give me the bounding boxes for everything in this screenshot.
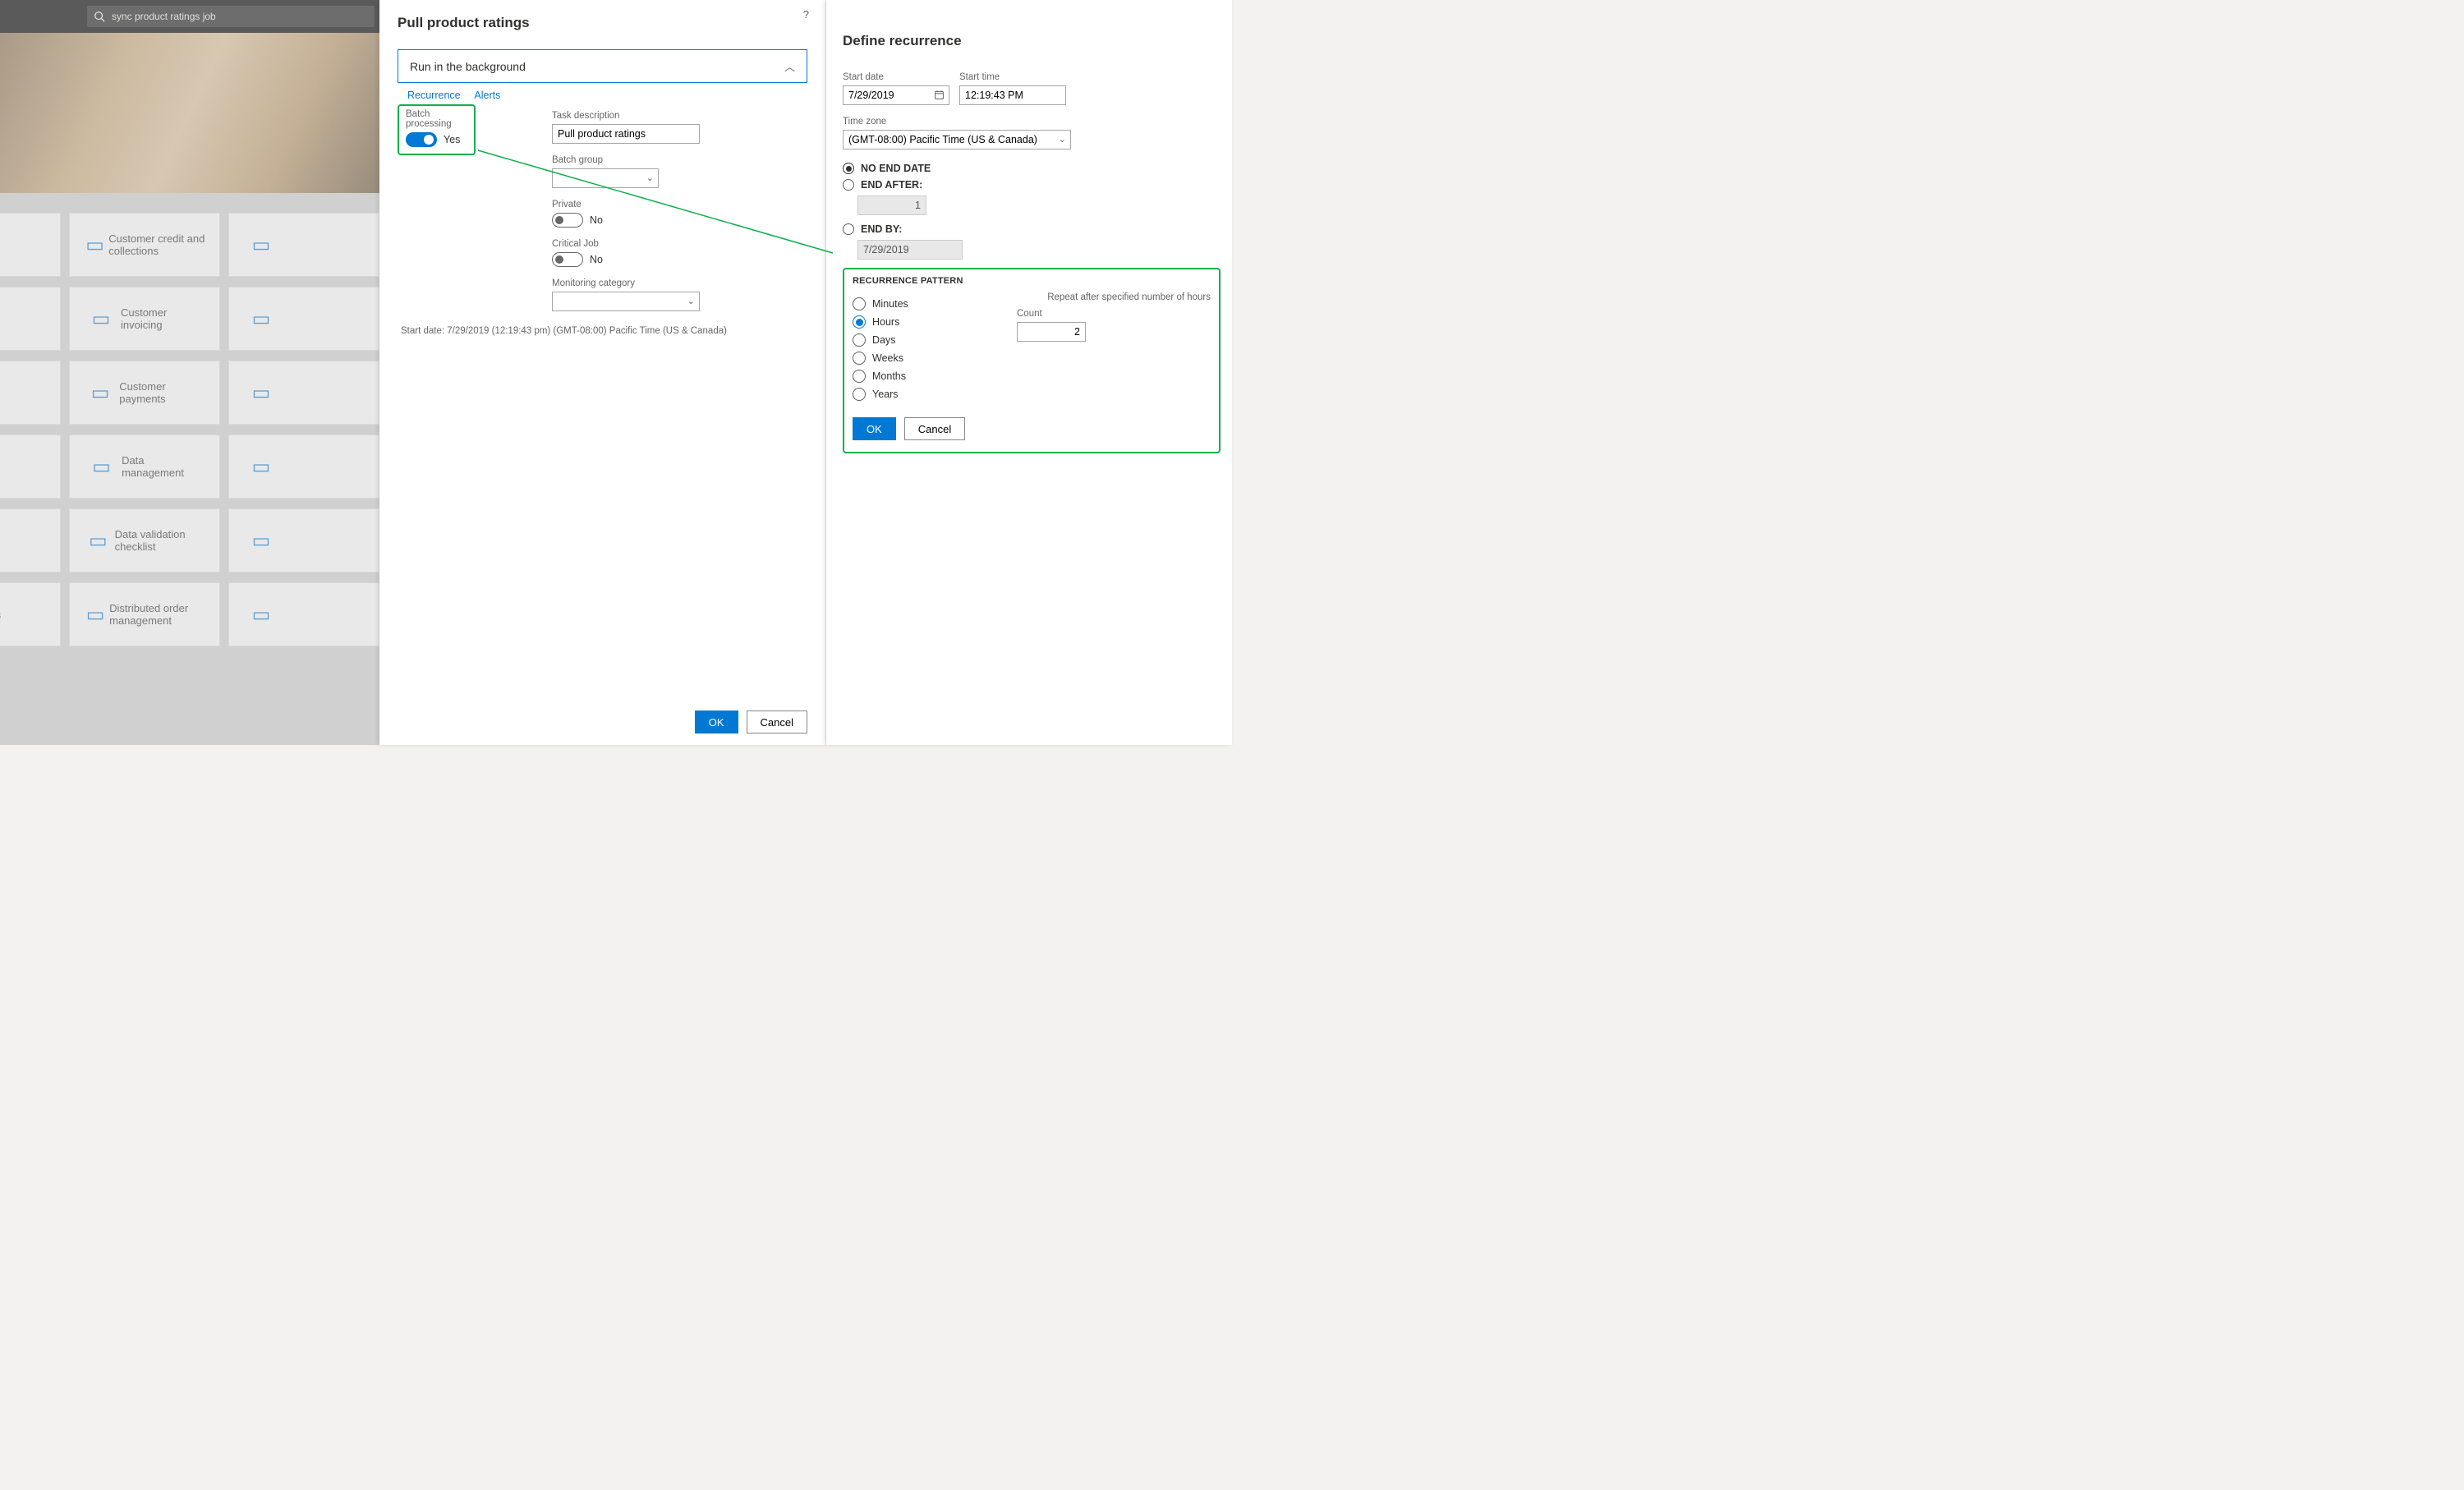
tile[interactable]: ▭Customer invoicing — [69, 287, 220, 351]
unit-radio-weeks[interactable] — [853, 352, 866, 365]
end-by-date-input — [857, 240, 963, 260]
batch-processing-toggle[interactable] — [406, 132, 437, 147]
tile[interactable]: ▭Distributed order management — [69, 582, 220, 646]
background-workspace: sync product ratings job management▭Cust… — [0, 0, 379, 745]
unit-radio-hours[interactable] — [853, 315, 866, 329]
unit-label: Weeks — [872, 352, 903, 364]
tile[interactable]: s — [0, 287, 61, 351]
tile[interactable]: ▭ — [228, 213, 379, 277]
batch-processing-label: Batch processing — [406, 109, 467, 129]
unit-radio-minutes[interactable] — [853, 297, 866, 310]
ok-button[interactable]: OK — [695, 711, 738, 734]
group-header-label: Run in the background — [410, 60, 526, 73]
recurrence-cancel-button[interactable]: Cancel — [904, 417, 965, 440]
recurrence-unit-radios: Minutes Hours Days Weeks Months Years — [853, 292, 1017, 406]
panel-title: Define recurrence — [843, 33, 1216, 49]
recurrence-pattern-title: RECURRENCE PATTERN — [853, 276, 1211, 286]
recurrence-link[interactable]: Recurrence — [407, 90, 461, 101]
tile[interactable]: ss processes for resources — [0, 435, 61, 499]
critical-job-toggle[interactable] — [552, 252, 583, 267]
tile[interactable]: ▭ — [228, 287, 379, 351]
monitoring-category-label: Monitoring category — [552, 278, 807, 288]
pull-product-ratings-panel: ? Pull product ratings Run in the backgr… — [379, 0, 826, 745]
critical-job-label: Critical Job — [552, 239, 807, 249]
chevron-up-icon: ︿ — [784, 58, 795, 74]
private-value: No — [590, 214, 603, 226]
private-label: Private — [552, 200, 807, 209]
tile[interactable]: ▭Customer credit and collections — [69, 213, 220, 277]
start-date-info-text: Start date: 7/29/2019 (12:19:43 pm) (GMT… — [401, 326, 807, 336]
unit-label: Years — [872, 389, 899, 400]
tile[interactable]: verview - all nies — [0, 582, 61, 646]
recurrence-pattern-highlight: RECURRENCE PATTERN Minutes Hours Days Weeks… — [843, 268, 1221, 453]
unit-label: Days — [872, 334, 895, 346]
timezone-select[interactable] — [843, 130, 1071, 149]
end-after-radio[interactable] — [843, 179, 854, 191]
end-by-radio[interactable] — [843, 223, 854, 235]
tile[interactable]: ▭ — [228, 582, 379, 646]
tile[interactable]: ▭ — [228, 361, 379, 425]
count-input[interactable] — [1017, 322, 1086, 342]
start-time-input[interactable] — [959, 85, 1066, 105]
end-after-count-input — [857, 195, 926, 215]
start-time-label: Start time — [959, 72, 1066, 82]
unit-label: Months — [872, 370, 906, 382]
critical-job-value: No — [590, 254, 603, 265]
define-recurrence-panel: Define recurrence Start date Start time … — [826, 0, 1232, 745]
alerts-link[interactable]: Alerts — [474, 90, 500, 101]
batch-processing-highlight: Batch processing Yes — [398, 104, 476, 155]
search-icon — [94, 11, 105, 22]
batch-processing-value: Yes — [444, 134, 460, 145]
batch-group-select[interactable] — [552, 168, 659, 188]
tile[interactable]: ss processes for — [0, 508, 61, 573]
recurrence-hint-text: Repeat after specified number of hours — [1017, 292, 1211, 302]
task-description-label: Task description — [552, 111, 807, 121]
tile[interactable]: management — [0, 213, 61, 277]
unit-label: Hours — [872, 316, 899, 328]
private-toggle[interactable] — [552, 213, 583, 228]
unit-radio-years[interactable] — [853, 388, 866, 401]
timezone-label: Time zone — [843, 117, 1216, 126]
no-end-date-radio[interactable] — [843, 163, 854, 174]
help-icon[interactable]: ? — [803, 8, 809, 21]
hero-banner-image — [0, 33, 379, 193]
run-in-background-group-header[interactable]: Run in the background ︿ — [398, 49, 807, 83]
tile[interactable]: t planning — [0, 361, 61, 425]
tile[interactable]: ▭Customer payments — [69, 361, 220, 425]
tile[interactable]: ▭ — [228, 508, 379, 573]
end-by-label: END BY: — [861, 223, 902, 235]
monitoring-category-select[interactable] — [552, 292, 700, 311]
global-search-input[interactable]: sync product ratings job — [87, 6, 375, 27]
tile[interactable]: ▭Data management — [69, 435, 220, 499]
no-end-date-label: NO END DATE — [861, 163, 931, 174]
task-description-input[interactable] — [552, 124, 700, 144]
top-bar: sync product ratings job — [0, 0, 379, 33]
batch-group-label: Batch group — [552, 155, 807, 165]
end-after-label: END AFTER: — [861, 179, 922, 191]
recurrence-ok-button[interactable]: OK — [853, 417, 896, 440]
cancel-button[interactable]: Cancel — [747, 711, 807, 734]
unit-radio-days[interactable] — [853, 333, 866, 347]
unit-radio-months[interactable] — [853, 370, 866, 383]
start-date-label: Start date — [843, 72, 949, 82]
search-text: sync product ratings job — [112, 11, 216, 22]
count-label: Count — [1017, 309, 1211, 319]
calendar-icon[interactable] — [934, 90, 945, 103]
tile[interactable]: ▭Data validation checklist — [69, 508, 220, 573]
panel-title: Pull product ratings — [398, 15, 807, 31]
tile[interactable]: ▭ — [228, 435, 379, 499]
workspace-tiles: management▭Customer credit and collectio… — [0, 209, 379, 745]
unit-label: Minutes — [872, 298, 908, 310]
